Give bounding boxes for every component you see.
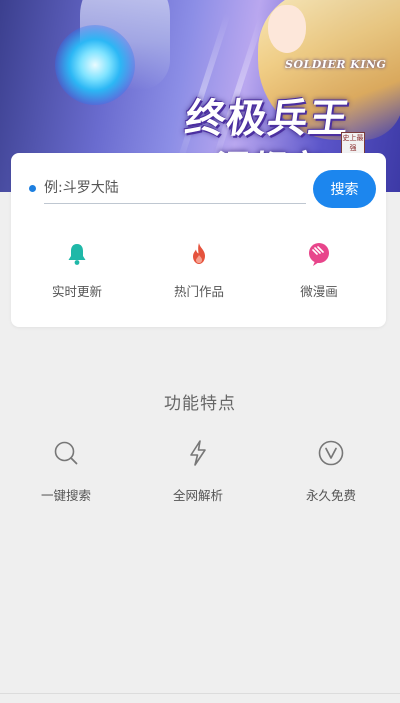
bottom-divider: [0, 693, 400, 694]
shortcut-micro-comic[interactable]: 微漫画: [269, 241, 369, 300]
feature-label: 一键搜索: [40, 488, 91, 503]
search-input[interactable]: [44, 173, 306, 204]
search-button[interactable]: 搜索: [313, 170, 376, 208]
comic-icon: [309, 243, 329, 266]
feature-network-parse: 全网解析: [148, 439, 248, 504]
banner-character-face: [268, 5, 306, 53]
search-icon: [54, 441, 78, 465]
shortcut-hot-works[interactable]: 热门作品: [149, 241, 249, 300]
v-circle-icon: [318, 440, 344, 466]
banner-energy-glow: [55, 25, 135, 105]
banner-subtitle: SOLDIER KING: [285, 58, 387, 71]
feature-one-click-search: 一键搜索: [16, 439, 116, 504]
feature-forever-free: 永久免费: [281, 439, 381, 504]
feature-label: 全网解析: [172, 488, 223, 503]
features-title: 功能特点: [164, 394, 236, 414]
shortcut-label: 实时更新: [51, 284, 102, 299]
shortcut-realtime-update[interactable]: 实时更新: [27, 241, 127, 300]
flame-icon: [193, 243, 205, 264]
search-indicator-dot: [29, 185, 36, 192]
bell-icon: [68, 244, 86, 265]
banner-title: 终极兵王: [182, 96, 353, 142]
search-card: 搜索 实时更新 热门作品 微漫画: [11, 153, 386, 327]
feature-label: 永久免费: [305, 488, 356, 503]
shortcut-label: 热门作品: [173, 284, 224, 299]
shortcut-label: 微漫画: [300, 284, 338, 299]
lightning-icon: [190, 440, 206, 466]
